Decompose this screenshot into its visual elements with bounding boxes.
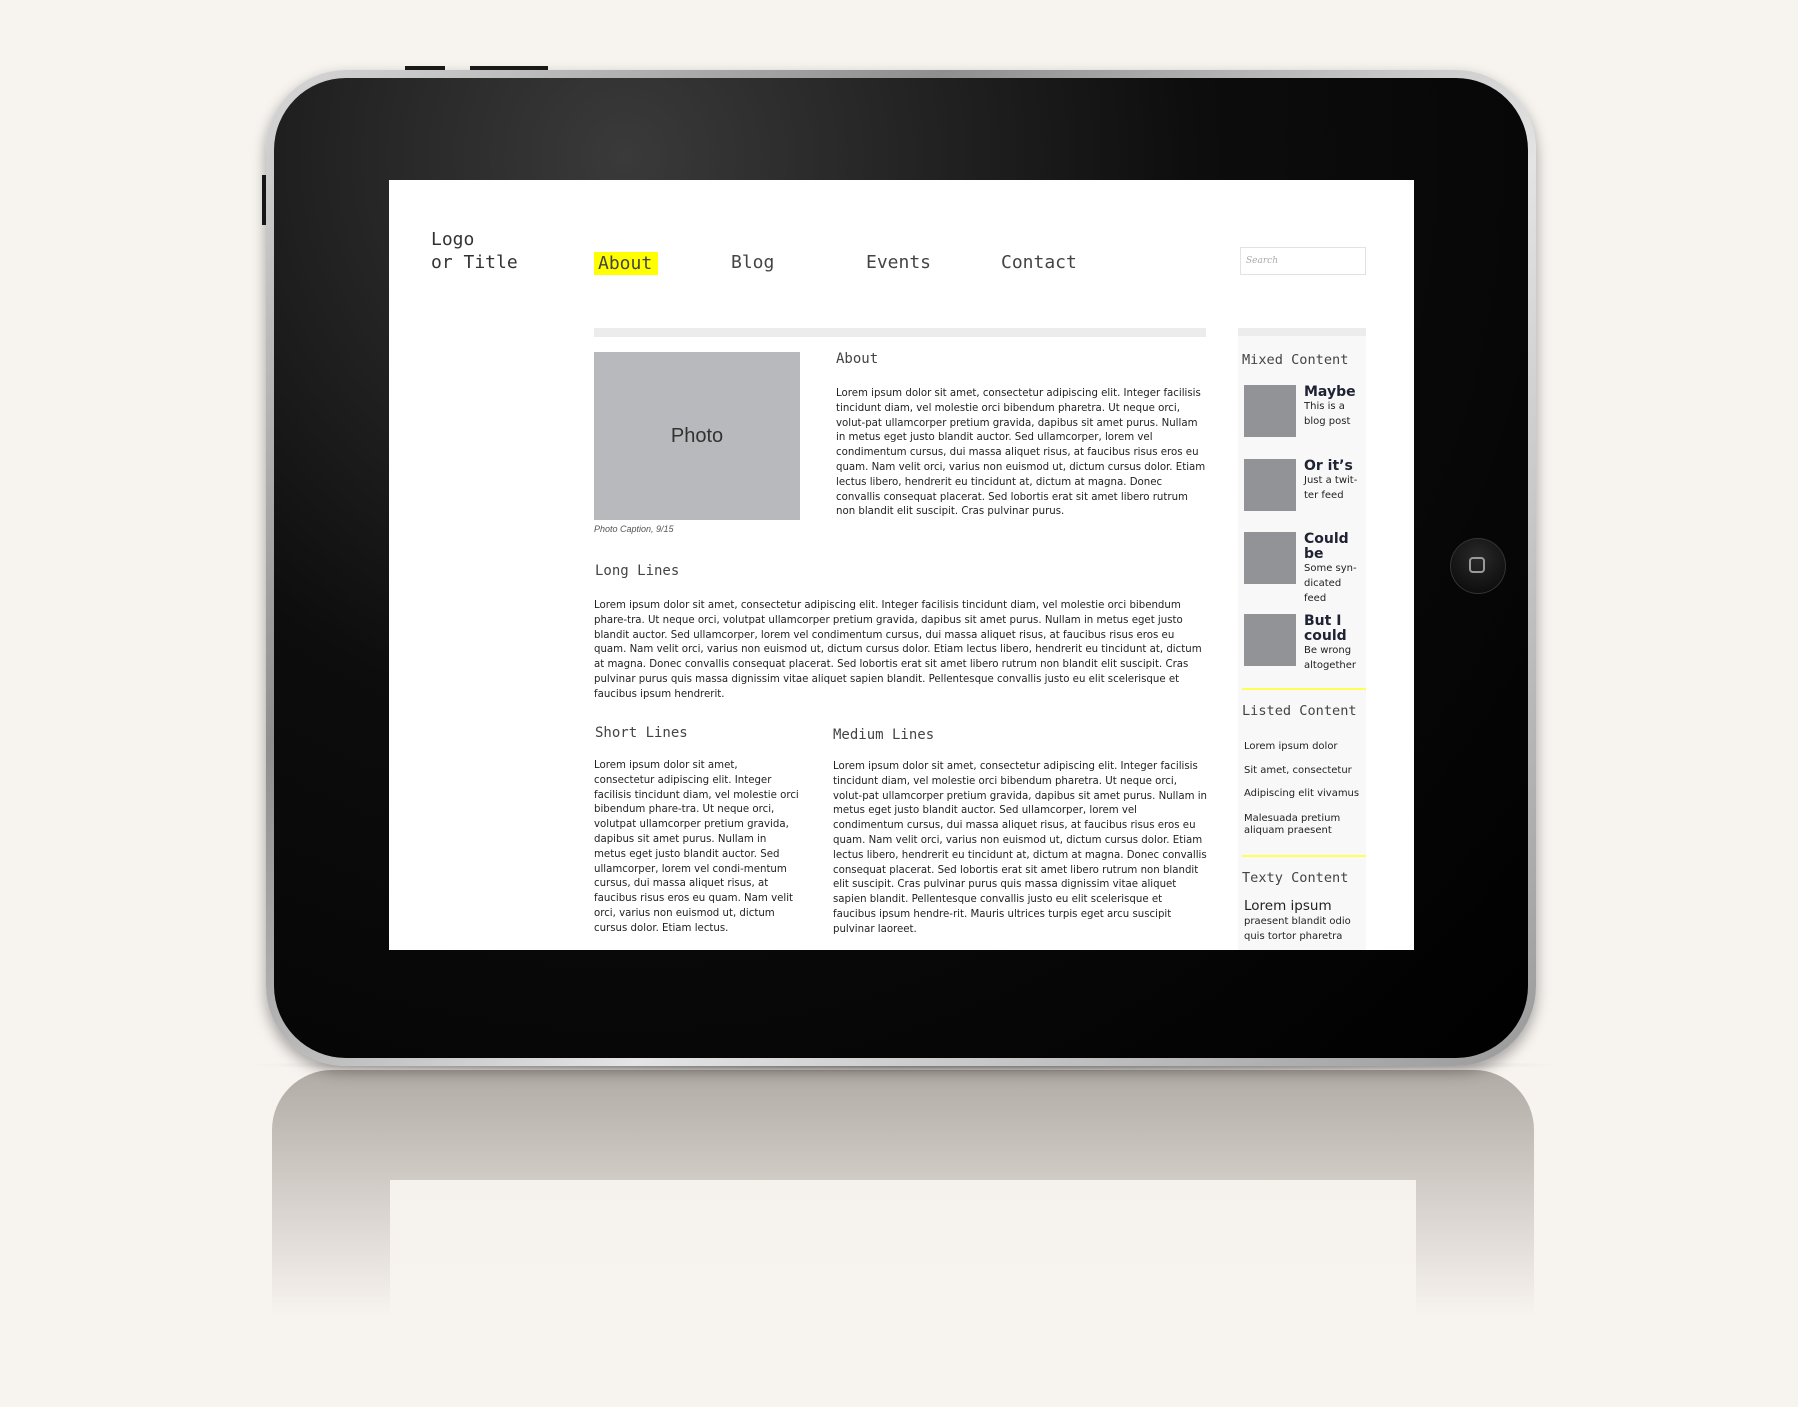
- mixed-item-subtitle: Just a twit-ter feed: [1304, 475, 1358, 501]
- medium-lines-text: Lorem ipsum dolor sit amet, consectetur …: [833, 761, 1208, 935]
- tablet-screen: Logo or Title About Blog Events Contact …: [389, 180, 1414, 950]
- listed-item[interactable]: Sit amet, consectetur: [1244, 765, 1364, 777]
- mixed-item-subtitle: Some syn-dicated feed: [1304, 563, 1357, 604]
- listed-item[interactable]: Adipiscing elit vivamus: [1244, 788, 1364, 800]
- medium-lines-heading: Medium Lines: [833, 727, 935, 743]
- mixed-item-title: Maybe: [1304, 384, 1356, 400]
- nav-blog[interactable]: Blog: [731, 252, 774, 273]
- about-heading: About: [836, 351, 879, 367]
- mixed-item-thumbnail: [1244, 532, 1296, 584]
- reflection-fade: [390, 1180, 1416, 1360]
- texty-text: praesent blandit odio quis tortor pharet…: [1244, 916, 1351, 942]
- short-lines-text: Lorem ipsum dolor sit amet, consectetur …: [594, 760, 799, 934]
- mixed-item-thumbnail: [1244, 385, 1296, 437]
- sidebar-top-bar: [1238, 328, 1366, 336]
- mixed-item-could-be[interactable]: Could be Some syn-dicated feed: [1244, 532, 1366, 607]
- sidebar-divider: [1242, 855, 1366, 857]
- home-button[interactable]: [1450, 538, 1506, 594]
- nav-contact[interactable]: Contact: [1001, 252, 1077, 273]
- search-input[interactable]: [1240, 247, 1366, 275]
- long-lines-heading: Long Lines: [595, 563, 680, 579]
- texty-content-heading: Texty Content: [1242, 870, 1349, 886]
- long-lines-text: Lorem ipsum dolor sit amet, consectetur …: [594, 600, 1202, 700]
- mixed-item-or-its[interactable]: Or it’s Just a twit-ter feed: [1244, 459, 1366, 519]
- listed-item[interactable]: Malesuada pretium aliquam praesent: [1244, 813, 1364, 837]
- nav-events[interactable]: Events: [866, 252, 931, 273]
- mixed-item-subtitle: This is a blog post: [1304, 401, 1351, 427]
- mixed-item-but-i-could[interactable]: But I could Be wrong altogether: [1244, 614, 1366, 674]
- mixed-item-thumbnail: [1244, 614, 1296, 666]
- site-logo[interactable]: Logo or Title: [431, 228, 561, 274]
- listed-content-heading: Listed Content: [1242, 703, 1357, 719]
- short-lines-heading: Short Lines: [595, 725, 688, 741]
- texty-title: Lorem ipsum: [1244, 898, 1332, 914]
- about-text: Lorem ipsum dolor sit amet, consectetur …: [836, 388, 1206, 518]
- mixed-item-title: But I could: [1304, 613, 1347, 644]
- photo-label: Photo: [670, 424, 724, 447]
- mixed-content-heading: Mixed Content: [1242, 352, 1349, 368]
- mixed-item-subtitle: Be wrong altogether: [1304, 645, 1356, 671]
- nav-about[interactable]: About: [594, 252, 659, 275]
- mixed-item-title: Or it’s: [1304, 458, 1353, 474]
- sidebar: Mixed Content Maybe This is a blog post …: [1238, 328, 1366, 950]
- photo-caption: Photo Caption, 9/15: [594, 524, 674, 534]
- sidebar-divider: [1242, 688, 1366, 690]
- mixed-item-thumbnail: [1244, 459, 1296, 511]
- mixed-item-title: Could be: [1304, 531, 1349, 562]
- photo-placeholder: Photo: [594, 352, 800, 520]
- home-button-icon: [1469, 557, 1485, 573]
- listed-item[interactable]: Lorem ipsum dolor: [1244, 741, 1364, 753]
- content-top-bar: [594, 328, 1206, 337]
- mixed-item-maybe[interactable]: Maybe This is a blog post: [1244, 385, 1366, 445]
